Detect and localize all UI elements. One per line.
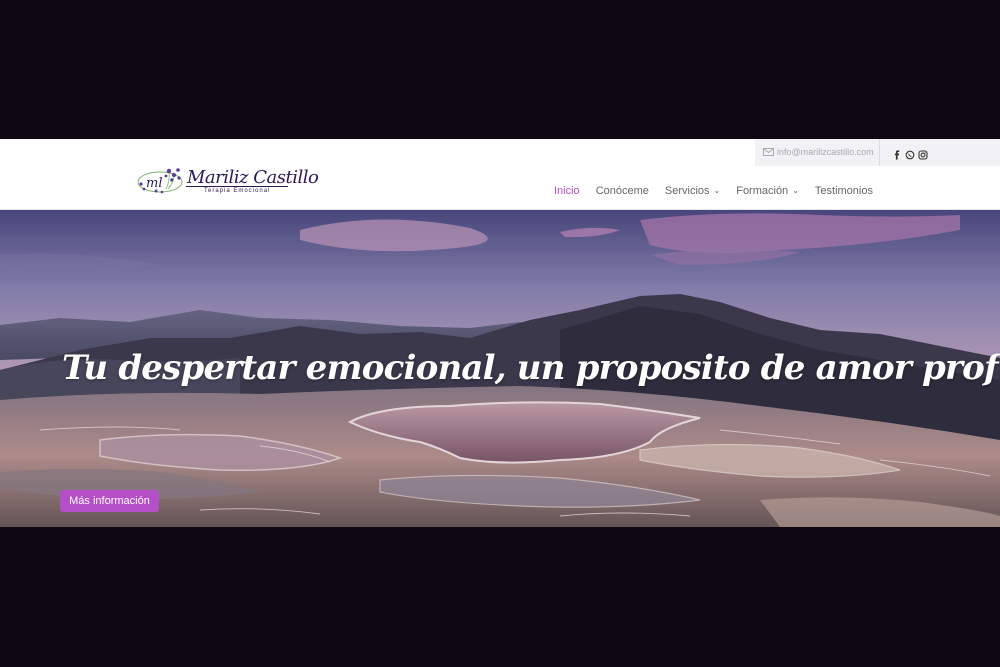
- divider: [879, 139, 880, 166]
- nav-label: Conóceme: [595, 185, 649, 197]
- logo-underline: [186, 186, 288, 187]
- nav-label: Formación: [736, 185, 789, 197]
- svg-text:ml: ml: [146, 176, 163, 191]
- nav-item-formacion[interactable]: Formación ⌄: [736, 185, 799, 197]
- nav-label: Servicios: [664, 185, 710, 197]
- envelope-icon: [763, 148, 774, 156]
- chevron-down-icon: ⌄: [713, 186, 721, 195]
- nav-item-conoceme[interactable]: Conóceme: [596, 185, 649, 197]
- hero-section: Tu despertar emocional, un proposito de …: [0, 210, 1000, 527]
- nav-label: Testimonios: [814, 185, 873, 197]
- main-nav: Inicio Conóceme Servicios ⌄ Formación ⌄ …: [554, 185, 873, 197]
- facebook-icon[interactable]: [892, 147, 902, 160]
- social-links: [892, 147, 928, 160]
- page-frame: info@marilizcastillo.com ml Mariliz Cast…: [0, 0, 1000, 667]
- email-text: info@marilizcastillo.com: [777, 147, 874, 157]
- whatsapp-icon[interactable]: [905, 147, 915, 160]
- top-bar: info@marilizcastillo.com: [755, 139, 1000, 166]
- nav-item-testimonios[interactable]: Testimonios: [815, 185, 873, 197]
- logo-tagline: Terapia Emocional: [204, 188, 271, 194]
- logo-name: Mariliz Castillo: [187, 167, 319, 188]
- nav-item-servicios[interactable]: Servicios ⌄: [665, 185, 720, 197]
- instagram-icon[interactable]: [918, 147, 928, 160]
- nav-label: Inicio: [554, 185, 580, 197]
- email-link[interactable]: info@marilizcastillo.com: [763, 147, 874, 157]
- site-logo[interactable]: ml Mariliz Castillo Terapia Emocional: [136, 163, 319, 199]
- chevron-down-icon: ⌄: [792, 186, 799, 195]
- flower-logo-icon: ml: [137, 168, 183, 194]
- hero-headline: Tu despertar emocional, un proposito de …: [62, 348, 1000, 388]
- website: info@marilizcastillo.com ml Mariliz Cast…: [0, 139, 1000, 527]
- site-header: info@marilizcastillo.com ml Mariliz Cast…: [0, 139, 1000, 210]
- nav-item-inicio[interactable]: Inicio: [554, 185, 580, 197]
- more-info-button[interactable]: Más información: [60, 490, 159, 512]
